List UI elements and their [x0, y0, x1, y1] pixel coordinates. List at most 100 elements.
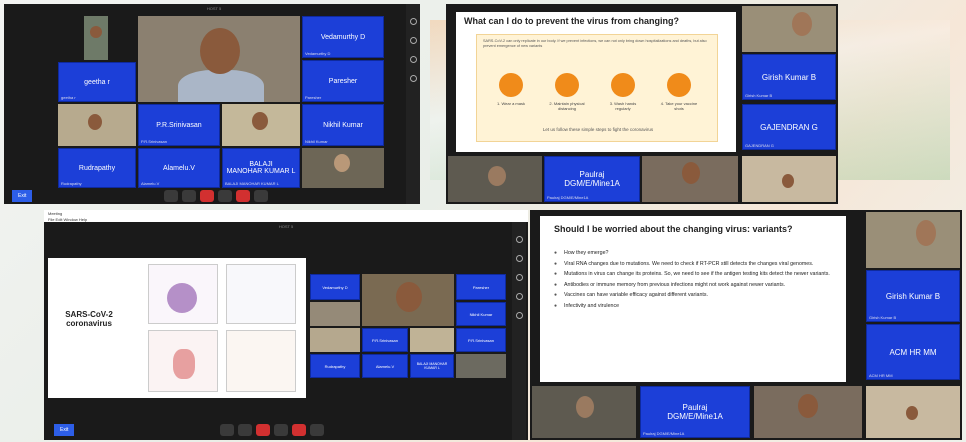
more-icon[interactable]	[515, 312, 523, 319]
info-icon[interactable]	[409, 37, 417, 44]
participant-video[interactable]	[302, 148, 384, 188]
settings-icon[interactable]	[409, 75, 417, 82]
participant-tile[interactable]: geetha r geetha r	[58, 62, 136, 102]
participant-tile[interactable]: P.R.Srinivasan	[362, 328, 408, 352]
participant-video[interactable]	[456, 354, 506, 378]
window-title: Meeting	[48, 211, 63, 216]
settings-icon[interactable]	[515, 293, 523, 300]
participant-video[interactable]	[742, 156, 836, 202]
participant-tile[interactable]: Girish Kumar B Girish Kumar B	[742, 54, 836, 100]
distance-icon	[555, 73, 579, 97]
participant-video[interactable]	[754, 386, 862, 438]
vaccine-icon	[667, 73, 691, 97]
people-icon[interactable]	[409, 18, 417, 25]
slide-bullet: Antibodies or immune memory from previou…	[554, 282, 832, 289]
leave-button[interactable]: Exit	[12, 190, 33, 202]
step-label: 4. Take your vaccine shots	[660, 101, 698, 111]
step-label: 2. Maintain physical distancing	[549, 101, 585, 111]
participant-tile[interactable]: Nikhil Kumar Nikhil Kumar	[302, 104, 384, 146]
participant-tile[interactable]: Vedamurthy D	[310, 274, 360, 300]
slide: SARS-CoV-2 coronavirus	[48, 258, 306, 398]
slide-bullet: Viral RNA changes due to mutations. We n…	[554, 261, 832, 268]
participant-tile[interactable]: Alamelu.V	[362, 354, 408, 378]
participant-video[interactable]	[310, 328, 360, 352]
participant-tile[interactable]: Paresher	[456, 274, 506, 300]
participant-tile[interactable]: Rudrapathy	[310, 354, 360, 378]
participant-tile[interactable]: Paresher Paresher	[302, 60, 384, 102]
participant-video[interactable]	[532, 386, 636, 438]
participant-tile[interactable]: Paulraj DGM/E/Mine1A Paulraj DGM/E/Mine1A	[640, 386, 750, 438]
people-diagram	[226, 330, 296, 392]
sidebar	[512, 222, 526, 440]
window-titlebar: Meeting File Edit Window Help	[44, 210, 528, 222]
receptor-diagram	[226, 264, 296, 324]
camera-icon[interactable]	[238, 424, 252, 436]
participant-tile[interactable]: Paulraj DGM/E/Mine1A Paulraj DGM/E/Mine1A	[544, 156, 640, 202]
slide-intro: SARS-CoV-2 can only replicate in our bod…	[483, 39, 707, 48]
sidebar	[406, 4, 420, 204]
chat-icon[interactable]	[164, 190, 178, 202]
participant-tile[interactable]: Girish Kumar B Girish Kumar B	[866, 270, 960, 322]
participant-video[interactable]	[310, 302, 360, 326]
slide-title: Should I be worried about the changing v…	[554, 224, 793, 234]
record-icon[interactable]	[292, 424, 306, 436]
slide-bullet: Infectivity and virulence	[554, 303, 832, 310]
meeting-controls	[164, 190, 268, 202]
step-label: 3. Wash hands regularly	[609, 101, 637, 111]
slide: What can I do to prevent the virus from …	[456, 12, 736, 152]
participant-tile[interactable]: P.R.Srinivasan P.R.Srinivasan	[138, 104, 220, 146]
host-label: HOST 5	[278, 224, 294, 229]
participant-video[interactable]	[84, 16, 108, 60]
slide-bullet: Mutations in virus can change its protei…	[554, 271, 832, 278]
participant-tile[interactable]: Alamelu.V Alamelu.V	[138, 148, 220, 188]
record-icon[interactable]	[236, 190, 250, 202]
active-speaker-video[interactable]	[362, 274, 454, 326]
slide-footer: Let us follow these simple steps to figh…	[542, 127, 654, 132]
participant-video[interactable]	[410, 328, 454, 352]
people-icon[interactable]	[515, 236, 523, 243]
participant-video[interactable]	[222, 104, 300, 146]
info-icon[interactable]	[515, 255, 523, 262]
slide: Should I be worried about the changing v…	[540, 216, 846, 382]
participant-video[interactable]	[866, 386, 960, 438]
wash-icon	[611, 73, 635, 97]
share-icon[interactable]	[218, 190, 232, 202]
hand-icon[interactable]	[254, 190, 268, 202]
camera-icon[interactable]	[182, 190, 196, 202]
active-speaker-video[interactable]	[138, 16, 300, 102]
participant-video[interactable]	[58, 104, 136, 146]
leave-button[interactable]: Exit	[54, 424, 75, 436]
participant-video[interactable]	[642, 156, 738, 202]
participant-tile[interactable]: ACM HR MM ACM HR MM	[866, 324, 960, 380]
chat-icon[interactable]	[515, 274, 523, 281]
participant-tile[interactable]: Rudrapathy Rudrapathy	[58, 148, 136, 188]
participant-video[interactable]	[742, 6, 836, 52]
participant-tile[interactable]: Vedamurthy D Vedamurthy D	[302, 16, 384, 58]
slide-bullet: How they emerge?	[554, 250, 832, 257]
meeting-panel-top-right: What can I do to prevent the virus from …	[446, 4, 838, 204]
chat-icon[interactable]	[409, 56, 417, 63]
slide-title: What can I do to prevent the virus from …	[464, 16, 680, 26]
participant-video[interactable]	[448, 156, 542, 202]
participant-video[interactable]	[866, 212, 960, 268]
chat-icon[interactable]	[220, 424, 234, 436]
window-menu[interactable]: File Edit Window Help	[44, 217, 528, 222]
meeting-panel-bottom-left: Meeting File Edit Window Help HOST 5 SAR…	[44, 210, 528, 440]
participant-tile[interactable]: Nikhil Kumar	[456, 302, 506, 326]
meeting-panel-top-left: HOST 5 geetha r geetha r Vedamurthy D Veda…	[4, 4, 420, 204]
hand-icon[interactable]	[310, 424, 324, 436]
slide-content-box: SARS-CoV-2 can only replicate in our bod…	[476, 34, 718, 142]
host-label: HOST 5	[206, 6, 222, 11]
participant-tile[interactable]: BALAJI MANOHAR KUMAR L BALAJI MANOHAR KUM…	[222, 148, 300, 188]
mic-icon[interactable]	[256, 424, 270, 436]
slide-title: SARS-CoV-2 coronavirus	[65, 310, 113, 328]
mask-icon	[499, 73, 523, 97]
participant-tile[interactable]: P.R.Srinivasan	[456, 328, 506, 352]
share-icon[interactable]	[274, 424, 288, 436]
meeting-controls	[220, 424, 324, 436]
step-label: 1. Wear a mask	[497, 101, 525, 106]
mic-icon[interactable]	[200, 190, 214, 202]
participant-tile[interactable]: BALAJI MANOHAR KUMAR L	[410, 354, 454, 378]
meeting-panel-bottom-right: Should I be worried about the changing v…	[530, 210, 962, 440]
participant-tile[interactable]: GAJENDRAN G GAJENDRAN G	[742, 104, 836, 150]
